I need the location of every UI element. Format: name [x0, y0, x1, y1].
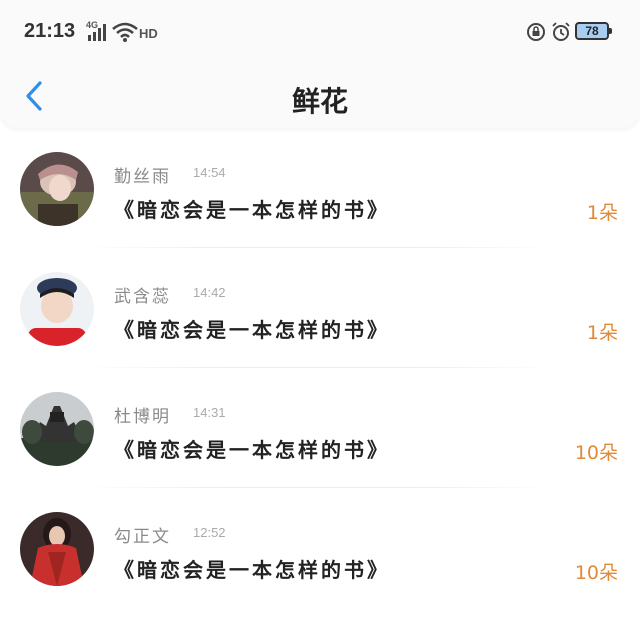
- timestamp: 14:54: [193, 165, 226, 180]
- divider: [84, 367, 554, 368]
- divider: [84, 487, 554, 488]
- list-item[interactable]: 武含蕊 14:42 《暗恋会是一本怎样的书》 1朵: [0, 260, 640, 380]
- divider: [84, 247, 554, 248]
- book-title: 《暗恋会是一本怎样的书》: [114, 438, 390, 462]
- flower-list: 勤丝雨 14:54 《暗恋会是一本怎样的书》 1朵 武含蕊 14:42 《暗恋会…: [0, 140, 640, 620]
- sender-name: 武含蕊: [114, 287, 171, 307]
- hd-indicator: HD: [139, 26, 158, 41]
- alarm-icon: [551, 22, 571, 46]
- book-title: 《暗恋会是一本怎样的书》: [114, 318, 390, 342]
- flower-count: 10朵: [574, 562, 618, 584]
- list-item[interactable]: 勤丝雨 14:54 《暗恋会是一本怎样的书》 1朵: [0, 140, 640, 260]
- book-title: 《暗恋会是一本怎样的书》: [114, 558, 390, 582]
- book-title: 《暗恋会是一本怎样的书》: [114, 198, 390, 222]
- nav-bar: 鲜花: [0, 62, 640, 128]
- status-bar: 21:13 4G HD 78: [0, 0, 640, 62]
- sender-name: 勾正文: [114, 527, 171, 547]
- battery-icon: 78: [575, 22, 612, 40]
- flower-count: 1朵: [586, 202, 618, 224]
- flower-count: 10朵: [574, 442, 618, 464]
- avatar[interactable]: [20, 152, 94, 226]
- sender-name: 杜博明: [114, 407, 171, 427]
- list-item[interactable]: 杜博明 14:31 《暗恋会是一本怎样的书》 10朵: [0, 380, 640, 500]
- timestamp: 14:31: [193, 405, 226, 420]
- wifi-icon: [112, 22, 138, 46]
- lock-rotation-icon: [526, 22, 546, 46]
- list-item[interactable]: 勾正文 12:52 《暗恋会是一本怎样的书》 10朵: [0, 500, 640, 620]
- avatar[interactable]: [20, 512, 94, 586]
- avatar[interactable]: [20, 272, 94, 346]
- flower-count: 1朵: [586, 322, 618, 344]
- sender-name: 勤丝雨: [114, 167, 171, 187]
- page-title: 鲜花: [291, 85, 348, 118]
- avatar[interactable]: [20, 392, 94, 466]
- status-time: 21:13: [24, 20, 76, 42]
- timestamp: 12:52: [193, 525, 226, 540]
- signal-icon: 4G: [86, 20, 108, 42]
- timestamp: 14:42: [193, 285, 226, 300]
